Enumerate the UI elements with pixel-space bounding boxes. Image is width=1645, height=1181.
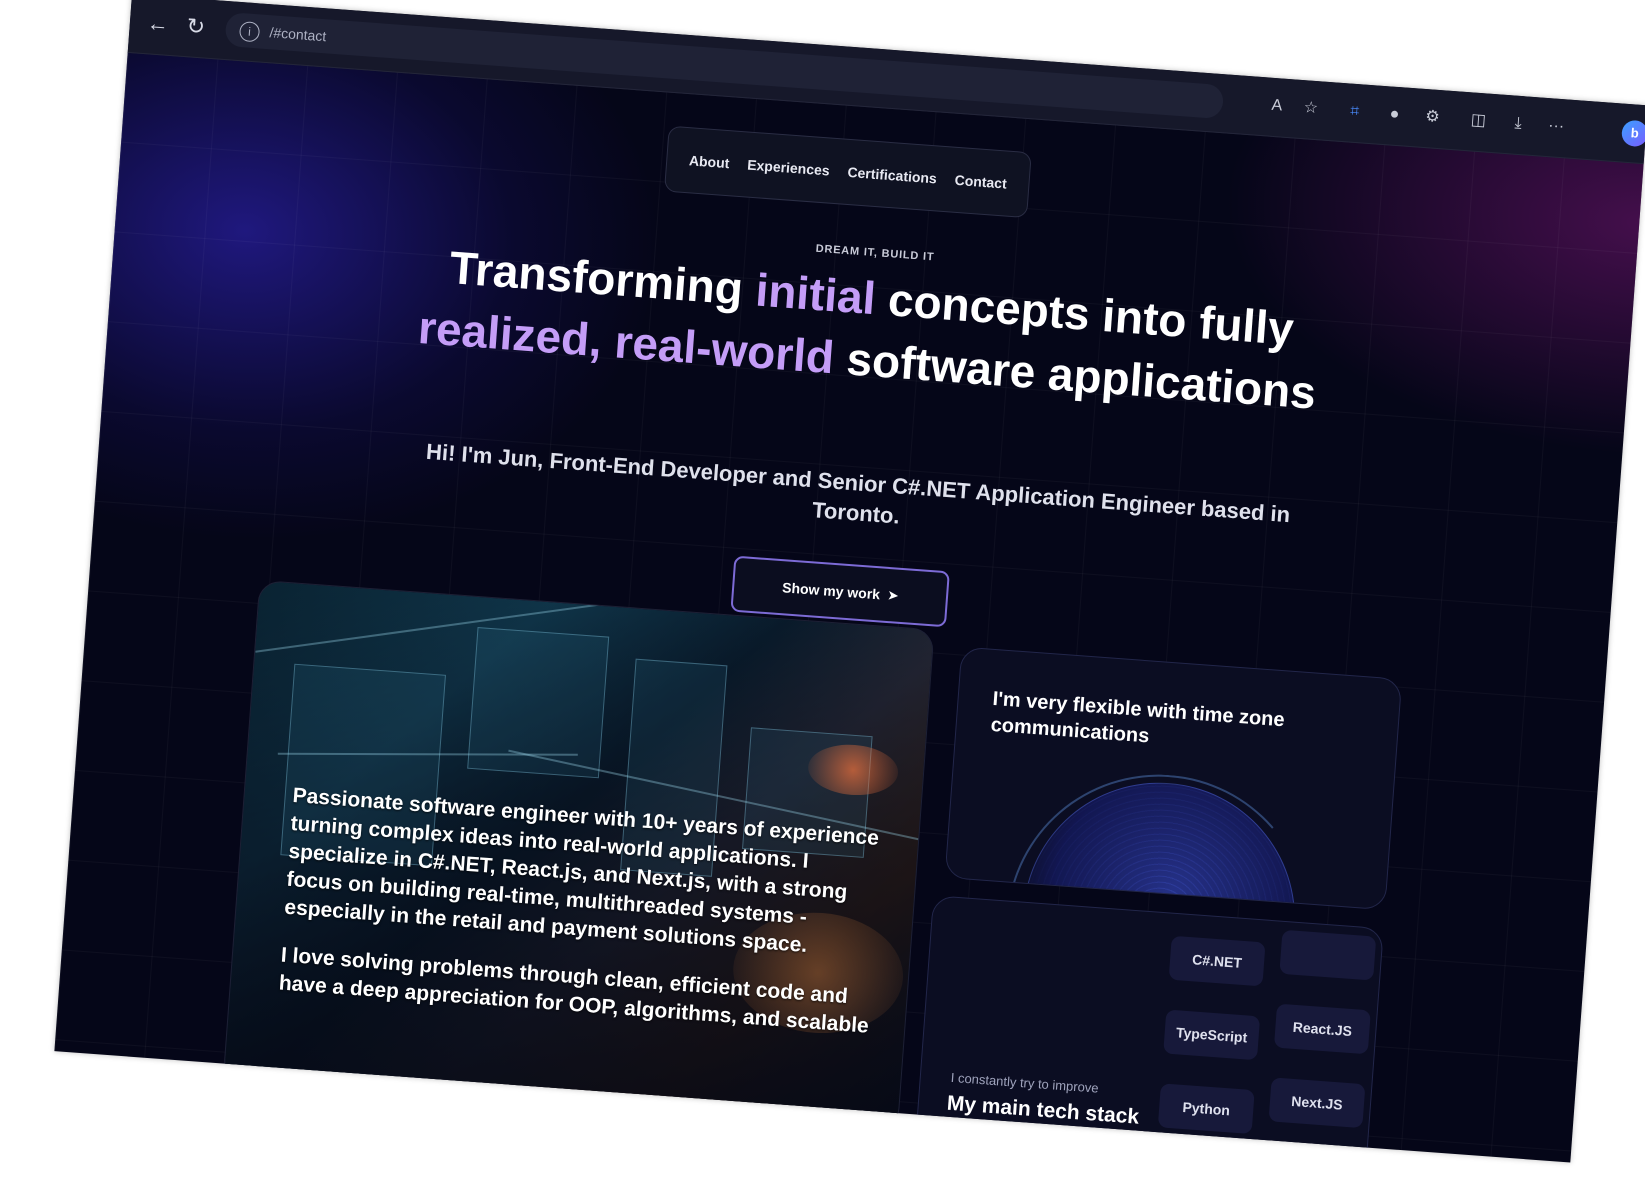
split-screen-icon[interactable]: ◫ (1465, 108, 1491, 134)
nav-item-contact[interactable]: Contact (954, 172, 1007, 192)
screenshot-crop-icon[interactable]: ⌗ (1342, 99, 1368, 125)
browser-window: ← ↻ i /#contact A ☆ ⌗ ● ⚙ ◫ ⤓ ··· b About… (54, 0, 1645, 1163)
nav-item-about[interactable]: About (688, 152, 730, 171)
intro-text: Passionate software engineer with 10+ ye… (276, 782, 892, 1061)
tech-chip-csharp: C#.NET (1168, 935, 1266, 987)
reload-icon[interactable]: ↻ (181, 12, 211, 42)
more-menu-icon[interactable]: ··· (1543, 114, 1569, 140)
address-url: /#contact (268, 24, 327, 45)
extensions-puzzle-icon[interactable]: ⚙ (1420, 105, 1446, 131)
tech-chip-python: Python (1157, 1083, 1255, 1135)
intro-card: Passionate software engineer with 10+ ye… (222, 579, 935, 1131)
back-arrow-icon[interactable]: ← (143, 9, 173, 39)
nav-item-experiences[interactable]: Experiences (747, 157, 830, 179)
tech-chip-partial (1279, 929, 1377, 981)
tech-stack-card: C#.NET TypeScript Python React.JS Next.J… (913, 895, 1384, 1163)
site-info-icon[interactable]: i (238, 21, 261, 43)
headline-highlight-1: initial (753, 263, 878, 325)
favorite-star-icon[interactable]: ☆ (1298, 96, 1324, 122)
tech-stack-subtitle: I constantly try to improve (950, 1069, 1100, 1096)
tech-chip-next: Next.JS (1268, 1077, 1366, 1129)
extension-icon[interactable]: ● (1382, 102, 1408, 128)
timezone-card-title: I'm very flexible with time zone communi… (989, 687, 1286, 748)
copilot-icon[interactable]: b (1620, 119, 1645, 148)
tech-chip-react: React.JS (1273, 1003, 1371, 1055)
tech-stack-title: My main tech stack (946, 1091, 1140, 1129)
tech-chip-typescript: TypeScript (1163, 1009, 1261, 1061)
cta-label: Show my work (781, 579, 881, 603)
send-arrow-icon: ➤ (887, 588, 899, 603)
nav-item-certifications[interactable]: Certifications (847, 164, 937, 187)
timezone-card: I'm very flexible with time zone communi… (944, 646, 1403, 911)
read-aloud-icon[interactable]: A (1264, 93, 1290, 119)
downloads-icon[interactable]: ⤓ (1505, 111, 1531, 137)
